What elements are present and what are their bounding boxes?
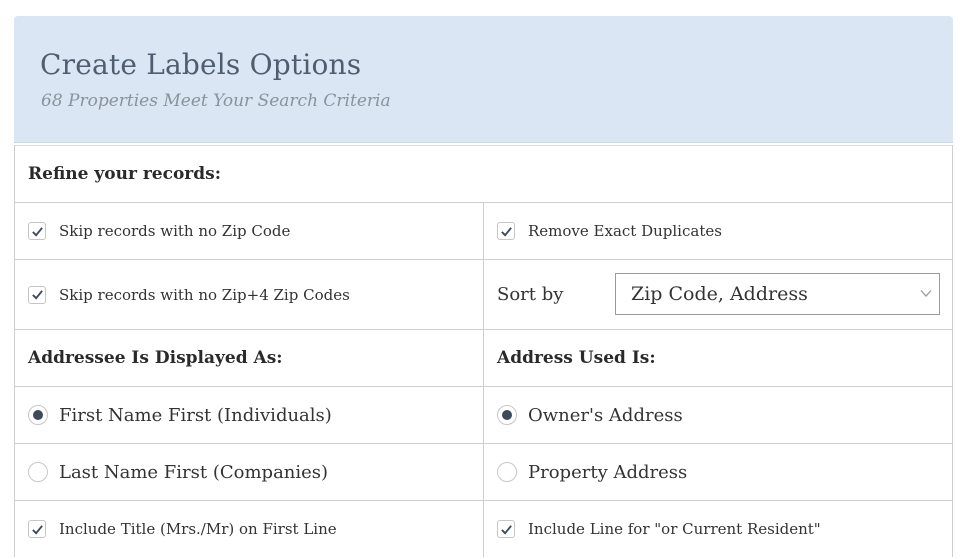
include-resident-label: Include Line for "or Current Resident": [528, 520, 821, 538]
radio-selected-dot: [33, 410, 43, 420]
skip-no-zip-option[interactable]: Skip records with no Zip Code: [15, 203, 484, 259]
skip-no-zip4-checkbox[interactable]: [28, 285, 46, 304]
options-row-2: Skip records with no Zip+4 Zip Codes Sor…: [15, 259, 952, 329]
refine-heading: Refine your records:: [28, 164, 222, 184]
owners-address-option[interactable]: Owner's Address: [484, 387, 952, 443]
property-address-radio[interactable]: [497, 462, 517, 482]
checkmark-icon: [31, 226, 43, 237]
property-address-option[interactable]: Property Address: [484, 444, 952, 500]
sort-by-select[interactable]: Zip Code, Address: [615, 273, 940, 315]
skip-no-zip-label: Skip records with no Zip Code: [59, 222, 291, 240]
remove-duplicates-option[interactable]: Remove Exact Duplicates: [484, 203, 952, 259]
checkmark-icon: [500, 226, 512, 237]
first-name-first-radio[interactable]: [28, 405, 48, 425]
address-used-heading: Address Used Is:: [497, 348, 656, 368]
sort-by-cell: Sort by Zip Code, Address: [484, 260, 952, 329]
include-resident-checkbox[interactable]: [497, 520, 515, 538]
sort-by-value: Zip Code, Address: [631, 283, 808, 305]
radio-selected-dot: [502, 410, 512, 420]
refine-heading-row: Refine your records:: [15, 145, 952, 202]
remove-duplicates-checkbox[interactable]: [497, 222, 515, 240]
owners-address-radio[interactable]: [497, 405, 517, 425]
chevron-down-icon: [920, 290, 932, 297]
include-title-label: Include Title (Mrs./Mr) on First Line: [59, 520, 337, 538]
last-name-first-radio[interactable]: [28, 462, 48, 482]
skip-no-zip4-label: Skip records with no Zip+4 Zip Codes: [59, 285, 350, 304]
results-count-subtitle: 68 Properties Meet Your Search Criteria: [41, 91, 391, 111]
page-header: Create Labels Options 68 Properties Meet…: [14, 16, 953, 143]
sort-by-label: Sort by: [497, 284, 564, 305]
radio-row-1: First Name First (Individuals) Owner's A…: [15, 386, 952, 443]
remove-duplicates-label: Remove Exact Duplicates: [528, 222, 722, 240]
include-title-option[interactable]: Include Title (Mrs./Mr) on First Line: [15, 501, 484, 557]
include-title-checkbox[interactable]: [28, 520, 46, 538]
checkmark-icon: [500, 524, 512, 535]
skip-no-zip4-option[interactable]: Skip records with no Zip+4 Zip Codes: [15, 260, 484, 329]
last-name-first-option[interactable]: Last Name First (Companies): [15, 444, 484, 500]
skip-no-zip-checkbox[interactable]: [28, 222, 46, 240]
checkmark-icon: [31, 290, 43, 300]
first-name-first-label: First Name First (Individuals): [59, 404, 332, 426]
addressee-heading: Addressee Is Displayed As:: [28, 348, 283, 368]
include-resident-option[interactable]: Include Line for "or Current Resident": [484, 501, 952, 557]
options-row-1: Skip records with no Zip Code Remove Exa…: [15, 202, 952, 259]
radio-row-2: Last Name First (Companies) Property Add…: [15, 443, 952, 500]
options-table: Refine your records: Skip records with n…: [14, 145, 953, 557]
options-row-3: Include Title (Mrs./Mr) on First Line In…: [15, 500, 952, 557]
checkmark-icon: [31, 524, 43, 535]
property-address-label: Property Address: [528, 461, 688, 483]
last-name-first-label: Last Name First (Companies): [59, 461, 329, 483]
first-name-first-option[interactable]: First Name First (Individuals): [15, 387, 484, 443]
owners-address-label: Owner's Address: [528, 404, 683, 426]
section-heading-row: Addressee Is Displayed As: Address Used …: [15, 329, 952, 386]
page-title: Create Labels Options: [40, 48, 362, 81]
